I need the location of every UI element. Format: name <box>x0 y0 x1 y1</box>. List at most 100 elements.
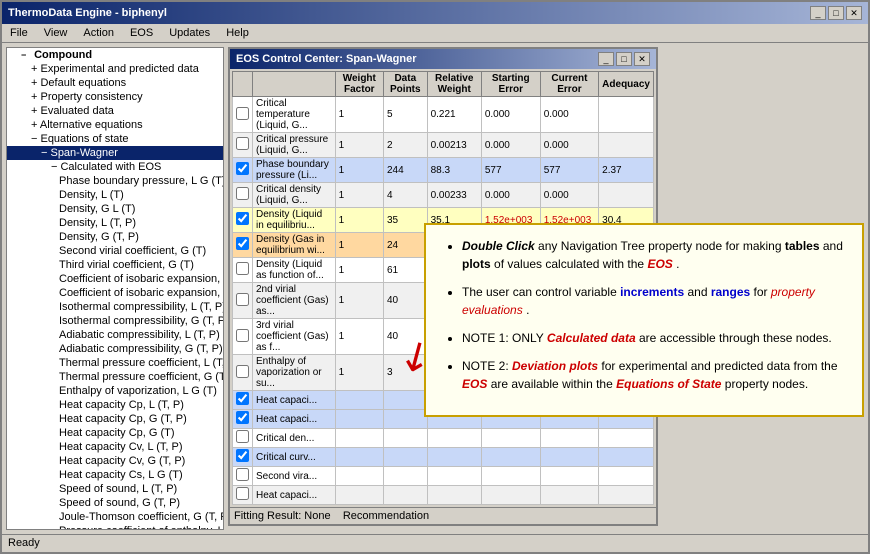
left-panel: − Compound + Experimental and predicted … <box>6 47 224 530</box>
table-row: Heat capaci... <box>233 486 654 505</box>
col-adequacy: Adequacy <box>599 72 654 97</box>
tree-density-ltp[interactable]: Density, L (T, P) <box>7 216 223 230</box>
tree-cp-g-t[interactable]: Heat capacity Cp, G (T) <box>7 426 223 440</box>
row-check-2[interactable] <box>236 137 249 150</box>
tree-cs-lg[interactable]: Heat capacity Cs, L G (T) <box>7 468 223 482</box>
note1-text2: are accessible through these nodes. <box>639 331 832 345</box>
row-name: Critical den... <box>253 429 336 448</box>
row-check-9[interactable] <box>236 329 249 342</box>
close-button[interactable]: ✕ <box>846 6 862 20</box>
tree-prop-consistency[interactable]: + Property consistency <box>7 90 223 104</box>
minimize-button[interactable]: _ <box>810 6 826 20</box>
row-check-6[interactable] <box>236 237 249 250</box>
tree-isotherm-l[interactable]: Isothermal compressibility, L (T, P) <box>7 300 223 314</box>
tree-enthalpy-vap[interactable]: Enthalpy of vaporization, L G (T) <box>7 384 223 398</box>
tree-second-virial[interactable]: Second virial coefficient, G (T) <box>7 244 223 258</box>
recommendation: Recommendation <box>343 510 429 522</box>
tree-compound[interactable]: − Compound <box>7 48 223 62</box>
tree-density-gl[interactable]: Density, G L (T) <box>7 202 223 216</box>
tree-span-wagner[interactable]: − Span-Wagner <box>7 146 223 160</box>
tree-exp-predicted[interactable]: + Experimental and predicted data <box>7 62 223 76</box>
tree-evaluated[interactable]: + Evaluated data <box>7 104 223 118</box>
status-bar: Ready <box>2 534 868 552</box>
row-check-5[interactable] <box>236 212 249 225</box>
eos-maximize[interactable]: □ <box>616 52 632 66</box>
col-starterr: Starting Error <box>481 72 540 97</box>
row-check-7[interactable] <box>236 262 249 275</box>
info-text-1a: any Navigation Tree property node for ma… <box>538 239 785 253</box>
tree-cp-g-tp[interactable]: Heat capacity Cp, G (T, P) <box>7 412 223 426</box>
row-check-14[interactable] <box>236 449 249 462</box>
tree-density-l[interactable]: Density, L (T) <box>7 188 223 202</box>
tree-joule[interactable]: Joule-Thomson coefficient, G (T, P) <box>7 510 223 524</box>
tree-alternative[interactable]: + Alternative equations <box>7 118 223 132</box>
menu-help[interactable]: Help <box>222 26 253 40</box>
info-item-2: The user can control variable increments… <box>462 283 846 319</box>
tree-cv-l[interactable]: Heat capacity Cv, L (T, P) <box>7 440 223 454</box>
row-name: Enthalpy of vaporization or su... <box>253 355 336 391</box>
eos-minimize[interactable]: _ <box>598 52 614 66</box>
menu-view[interactable]: View <box>40 26 72 40</box>
eos-label-2: EOS <box>462 377 487 391</box>
note1-text: NOTE 1: ONLY <box>462 331 547 345</box>
row-check-1[interactable] <box>236 107 249 120</box>
row-name: Critical pressure (Liquid, G... <box>253 133 336 158</box>
calc-data-label: Calculated data <box>547 331 636 345</box>
row-name: Density (Liquid in equilibriu... <box>253 208 336 233</box>
info-box: Double Click any Navigation Tree propert… <box>424 223 864 417</box>
tree-isotherm-g[interactable]: Isothermal compressibility, G (T, P) <box>7 314 223 328</box>
row-name: Critical temperature (Liquid, G... <box>253 97 336 133</box>
tree-default-eq[interactable]: + Default equations <box>7 76 223 90</box>
row-check-8[interactable] <box>236 293 249 306</box>
row-check-12[interactable] <box>236 411 249 424</box>
row-check-13[interactable] <box>236 430 249 443</box>
info-text-2b: and <box>687 285 710 299</box>
note2-text4: property nodes. <box>725 377 808 391</box>
menu-updates[interactable]: Updates <box>165 26 214 40</box>
main-window: ThermoData Engine - biphenyl _ □ ✕ File … <box>0 0 870 554</box>
info-text-1d: . <box>676 257 679 271</box>
eos-label-1: EOS <box>647 257 672 271</box>
tree-eos[interactable]: − Equations of state <box>7 132 223 146</box>
row-check-16[interactable] <box>236 487 249 500</box>
menu-action[interactable]: Action <box>79 26 118 40</box>
tree-thermal-l[interactable]: Thermal pressure coefficient, L (T, P) <box>7 356 223 370</box>
dev-plots-label: Deviation plots <box>512 359 598 373</box>
tree-speed-g[interactable]: Speed of sound, G (T, P) <box>7 496 223 510</box>
tree-pressure-coeff[interactable]: Pressure coefficient of enthalpy, L (T, … <box>7 524 223 530</box>
eos-title: EOS Control Center: Span-Wagner <box>236 53 417 65</box>
menu-file[interactable]: File <box>6 26 32 40</box>
info-item-4: NOTE 2: Deviation plots for experimental… <box>462 357 846 393</box>
tree-adiabatic-l[interactable]: Adiabatic compressibility, L (T, P) <box>7 328 223 342</box>
maximize-button[interactable]: □ <box>828 6 844 20</box>
row-check-11[interactable] <box>236 392 249 405</box>
tree-density-gtp[interactable]: Density, G (T, P) <box>7 230 223 244</box>
row-check-15[interactable] <box>236 468 249 481</box>
tree-adiabatic-g[interactable]: Adiabatic compressibility, G (T, P) <box>7 342 223 356</box>
info-text-2d: . <box>526 303 529 317</box>
tree-cv-g[interactable]: Heat capacity Cv, G (T, P) <box>7 454 223 468</box>
tree-speed-l[interactable]: Speed of sound, L (T, P) <box>7 482 223 496</box>
info-item-1: Double Click any Navigation Tree propert… <box>462 237 846 273</box>
table-row: Critical curv... <box>233 448 654 467</box>
tree-coeff-iso-l[interactable]: Coefficient of isobaric expansion, L (T,… <box>7 272 223 286</box>
menu-bar: File View Action EOS Updates Help <box>2 24 868 43</box>
row-name: Critical curv... <box>253 448 336 467</box>
tree-thermal-g[interactable]: Thermal pressure coefficient, G (T, P) <box>7 370 223 384</box>
tree-third-virial[interactable]: Third virial coefficient, G (T) <box>7 258 223 272</box>
plots-label: plots <box>462 257 491 271</box>
tree-coeff-iso-g[interactable]: Coefficient of isobaric expansion, G (T,… <box>7 286 223 300</box>
tree-phase-boundary[interactable]: Phase boundary pressure, L G (T) <box>7 174 223 188</box>
row-check-3[interactable] <box>236 162 249 175</box>
row-check-10[interactable] <box>236 365 249 378</box>
menu-eos[interactable]: EOS <box>126 26 157 40</box>
tree-calc-eos[interactable]: − Calculated with EOS <box>7 160 223 174</box>
info-text-1c: of values calculated with the <box>494 257 647 271</box>
table-row: Critical den... <box>233 429 654 448</box>
row-check-4[interactable] <box>236 187 249 200</box>
title-bar-buttons: _ □ ✕ <box>810 6 862 20</box>
tree-cp-l[interactable]: Heat capacity Cp, L (T, P) <box>7 398 223 412</box>
info-text-2a: The user can control variable <box>462 285 620 299</box>
eos-close[interactable]: ✕ <box>634 52 650 66</box>
note2-text2: for experimental and predicted data from… <box>601 359 837 373</box>
